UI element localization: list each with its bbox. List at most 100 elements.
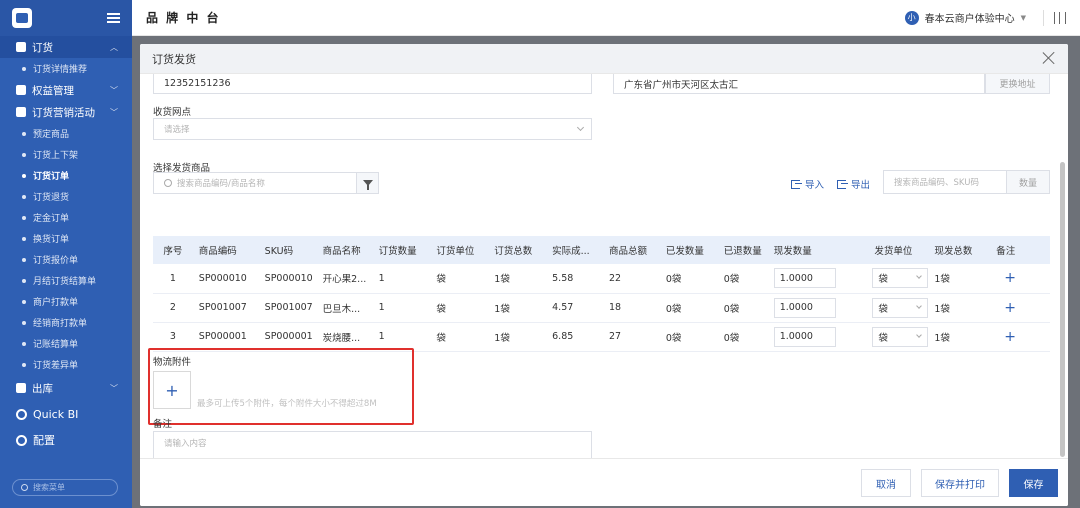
table-cell-amount: 22 <box>603 264 660 294</box>
save-print-button[interactable]: 保存并打印 <box>921 469 999 497</box>
filter-icon <box>362 180 373 190</box>
ship-unit-select[interactable]: 袋 <box>872 326 929 347</box>
import-button[interactable]: 导入 <box>791 177 824 191</box>
sidebar-item[interactable]: 记账结算单 <box>0 333 132 354</box>
table-cell-name: 巴旦木... <box>316 293 373 323</box>
column-header: 商品名称 <box>316 236 373 264</box>
sidebar-item[interactable]: 订货上下架 <box>0 144 132 165</box>
save-button[interactable]: 保存 <box>1009 469 1058 497</box>
org-switcher[interactable]: 小 春本云商户体验中心 ▼ <box>904 10 1026 25</box>
sku-search-input[interactable]: 搜索商品编码、SKU码 <box>883 170 1007 194</box>
phone-field[interactable]: 12352151236 <box>153 74 592 94</box>
column-header: 订货单位 <box>430 236 489 264</box>
column-header: 已发数量 <box>659 236 718 264</box>
add-remark-icon[interactable]: + <box>1004 270 1016 286</box>
sidebar-section-order[interactable]: 订货 ︿ <box>0 36 132 58</box>
table-cell-cost: 6.85 <box>546 322 604 352</box>
close-icon[interactable] <box>1042 51 1056 65</box>
sidebar-item[interactable]: 月结订货结算单 <box>0 270 132 291</box>
sidebar-item[interactable]: 商户打款单 <box>0 291 132 312</box>
sidebar: 订货 ︿ 订货详情推荐 权益管理 ﹀ 订货营销活动 ﹀ 预定商品 订货上下架 订货订… <box>0 0 132 508</box>
bullet-icon <box>22 173 26 178</box>
export-button[interactable]: 导出 <box>837 177 870 191</box>
table-cell-qty: 1 <box>372 293 431 323</box>
column-header: 发货单位 <box>868 236 929 264</box>
ship-quantity-input[interactable]: 1.0000 <box>773 268 836 289</box>
sidebar-item-label: Quick BI <box>33 407 79 421</box>
sidebar-item[interactable]: 订货详情推荐 <box>0 58 132 79</box>
import-icon <box>791 179 802 189</box>
sidebar-item[interactable]: 换货订单 <box>0 228 132 249</box>
warehouse-icon <box>16 383 26 393</box>
column-header: 实际成... <box>546 236 604 264</box>
sidebar-section-promo[interactable]: 订货营销活动 ﹀ <box>0 101 132 123</box>
bullet-icon <box>22 362 26 367</box>
cancel-button[interactable]: 取消 <box>861 469 911 497</box>
add-remark-icon[interactable]: + <box>1004 329 1016 345</box>
sidebar-section-rights[interactable]: 权益管理 ﹀ <box>0 79 132 101</box>
export-label: 导出 <box>851 180 871 191</box>
columns-icon[interactable] <box>1054 11 1066 24</box>
sidebar-item[interactable]: 定金订单 <box>0 207 132 228</box>
org-name: 春本云商户体验中心 <box>924 14 1015 25</box>
sidebar-item-label: 订货报价单 <box>33 256 79 266</box>
sidebar-item-quick-bi[interactable]: Quick BI <box>0 401 132 427</box>
plus-icon: + <box>165 380 179 400</box>
app-logo-icon <box>12 8 32 28</box>
add-remark-icon[interactable]: + <box>1004 300 1016 316</box>
ship-unit-select[interactable]: 袋 <box>872 268 929 289</box>
sidebar-item-label: 月结订货结算单 <box>33 277 97 287</box>
menu-search-placeholder: 搜索菜单 <box>33 483 65 492</box>
menu-toggle-icon[interactable] <box>107 13 120 23</box>
table-cell-sku: SP000001 <box>258 322 317 352</box>
column-header: SKU码 <box>258 236 317 264</box>
sidebar-section-out[interactable]: 出库 ﹀ <box>0 375 132 401</box>
bullet-icon <box>22 215 26 220</box>
menu-search-input[interactable]: 搜索菜单 <box>12 479 118 496</box>
dashboard-icon <box>16 408 27 420</box>
sidebar-item[interactable]: 订货订单 <box>0 165 132 186</box>
table-cell-remark: + <box>990 293 1050 323</box>
ship-unit-value: 袋 <box>878 332 888 344</box>
table-cell-shipped: 0袋 <box>659 264 718 294</box>
column-header: 商品编码 <box>192 236 259 264</box>
goods-search-input[interactable]: 搜索商品编码/商品名称 <box>153 172 357 194</box>
scrollbar[interactable] <box>1060 162 1065 457</box>
sidebar-item[interactable]: 预定商品 <box>0 123 132 144</box>
table-cell-name: 开心果2... <box>316 264 373 294</box>
table-row: 1 SP000010 SP000010 开心果2... 1 袋 1袋 5.58 22 0袋 0袋 1.… <box>153 264 1050 294</box>
column-header: 现发总数 <box>928 236 991 264</box>
table-cell-shipped: 0袋 <box>659 293 718 323</box>
sidebar-item[interactable]: 订货报价单 <box>0 249 132 270</box>
column-header: 订货数量 <box>372 236 431 264</box>
top-bar: 品 牌 中 台 小 春本云商户体验中心 ▼ <box>132 0 1080 36</box>
receive-point-placeholder: 请选择 <box>164 125 190 135</box>
table-cell-no: 1 <box>153 264 193 294</box>
table-cell-total: 1袋 <box>488 293 547 323</box>
table-cell-unit: 袋 <box>430 264 489 294</box>
change-address-button[interactable]: 更换地址 <box>985 74 1050 94</box>
bullet-icon <box>22 66 26 71</box>
sidebar-item-config[interactable]: 配置 <box>0 427 132 453</box>
address-field[interactable]: 广东省广州市天河区太古汇 <box>613 74 985 94</box>
sidebar-item-label: 记账结算单 <box>33 340 79 350</box>
receive-point-select[interactable]: 请选择 <box>153 118 592 140</box>
table-cell-now_total: 1袋 <box>928 322 991 352</box>
sidebar-item[interactable]: 订货退货 <box>0 186 132 207</box>
upload-button[interactable]: + <box>153 371 191 409</box>
sidebar-item[interactable]: 订货差异单 <box>0 354 132 375</box>
ship-unit-select[interactable]: 袋 <box>872 297 929 318</box>
chevron-down-icon: ﹀ <box>110 107 118 117</box>
table-cell-remark: + <box>990 264 1050 294</box>
filter-button[interactable] <box>357 172 379 194</box>
ship-quantity-input[interactable]: 1.0000 <box>773 326 836 347</box>
column-header: 已退数量 <box>717 236 768 264</box>
table-cell-qty: 1 <box>372 264 431 294</box>
column-header: 序号 <box>153 236 193 264</box>
quantity-button[interactable]: 数量 <box>1007 170 1050 194</box>
modal-body: 12352151236 广东省广州市天河区太古汇 更换地址 收货网点 请选择 选… <box>140 74 1056 469</box>
table-cell-no: 2 <box>153 293 193 323</box>
ship-quantity-input[interactable]: 1.0000 <box>773 297 836 318</box>
sidebar-item-label: 经销商打款单 <box>33 319 88 329</box>
sidebar-item[interactable]: 经销商打款单 <box>0 312 132 333</box>
